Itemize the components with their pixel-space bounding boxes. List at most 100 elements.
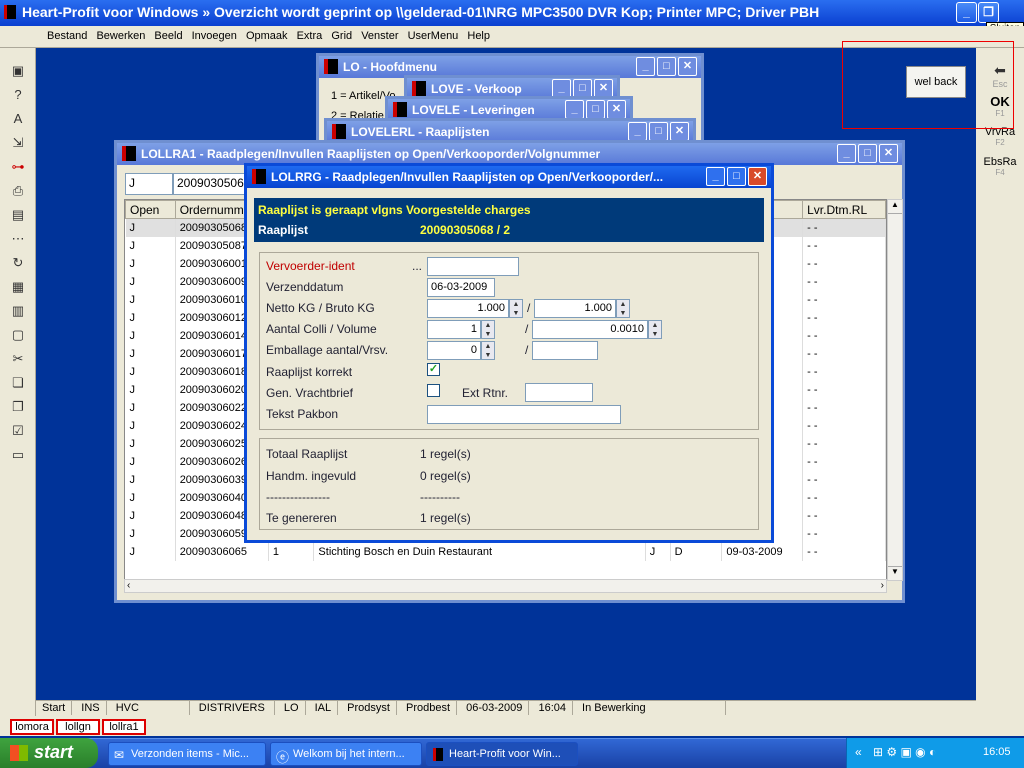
volume-input[interactable]: 0.0010 [532,320,648,339]
close-button[interactable]: ✕ [670,122,689,141]
netto-kg-input[interactable]: 1.000 [427,299,509,318]
close-button[interactable]: ✕ [678,57,697,76]
ebsra-key[interactable]: EbsRa F4 [980,156,1020,186]
spelling-icon[interactable]: A [8,110,28,128]
copy-icon[interactable]: ❏ [8,374,28,392]
refresh-icon[interactable]: ↻ [8,254,28,272]
ext-rtnr-input[interactable] [525,383,593,402]
menu-bewerken[interactable]: Bewerken [93,26,148,46]
menu-venster[interactable]: Venster [358,26,401,46]
minimize-button[interactable]: _ [837,144,856,163]
edit-icon[interactable]: ▦ [8,278,28,296]
cut-icon[interactable]: ✂ [8,350,28,368]
verzenddatum-input[interactable]: 06-03-2009 [427,278,495,297]
layout-icon[interactable]: ▢ [8,326,28,344]
vrvra-fkey: F2 [995,138,1005,147]
start-button[interactable]: start [0,738,98,768]
minimize-button[interactable]: _ [628,122,647,141]
windows-logo-icon [10,745,28,761]
totals-separator: ---------------- [266,490,330,504]
status-prodsyst: Prodsyst [341,701,397,715]
menu-invoegen[interactable]: Invoegen [189,26,240,46]
minimize-button[interactable]: _ [956,2,977,23]
bruto-kg-input[interactable]: 1.000 [534,299,616,318]
close-button[interactable]: ✕ [748,167,767,186]
export-icon[interactable]: ⇲ [8,134,28,152]
totals-value: 1 regel(s) [420,447,471,461]
tray-app-icons[interactable]: ⊞ ⚙ ▣ ◉ ◐ [873,745,936,759]
menu-grid[interactable]: Grid [328,26,355,46]
maximize-button[interactable]: □ [727,167,746,186]
scroll-up-icon[interactable]: ▲ [888,200,902,214]
help-icon[interactable]: ? [8,86,28,104]
form-icon[interactable]: ▤ [8,206,28,224]
menu-usermenu[interactable]: UserMenu [405,26,462,46]
scroll-down-icon[interactable]: ▼ [888,566,902,580]
restore-button[interactable]: ❐ [978,2,999,23]
vrachtbrief-checkbox[interactable] [427,384,440,397]
status-lo: LO [278,701,306,715]
menu-extra[interactable]: Extra [294,26,326,46]
close-button[interactable]: ✕ [879,144,898,163]
emballage-spinner-icon[interactable]: ▲ ▼ [481,341,495,360]
tab-lollgn[interactable]: lollgn [56,719,100,735]
banner-label: Raaplijst [258,223,309,237]
taskbar-item-ie[interactable]: ⓔ Welkom bij het intern... [270,742,422,766]
totals-label: Handm. ingevuld [266,469,357,483]
maximize-button[interactable]: □ [657,57,676,76]
scroll-right-icon[interactable]: › [881,580,884,591]
colli-spinner-icon[interactable]: ▲ ▼ [481,320,495,339]
chart-icon[interactable]: ▥ [8,302,28,320]
bruto-spinner-icon[interactable]: ▲ ▼ [616,299,630,318]
netto-spinner-icon[interactable]: ▲ ▼ [509,299,523,318]
pakbon-input[interactable] [427,405,621,424]
monitor-icon[interactable]: ▭ [8,446,28,464]
menu-opmaak[interactable]: Opmaak [243,26,291,46]
menu-help[interactable]: Help [464,26,493,46]
volume-spinner-icon[interactable]: ▲ ▼ [648,320,662,339]
table-row[interactable]: J 20090306065 1 Stichting Bosch en Duin Res… [125,542,886,561]
maximize-button[interactable]: □ [649,122,668,141]
taskbar-item-label: Verzonden items - Mic... [131,748,249,760]
scroll-left-icon[interactable]: ‹ [127,580,130,591]
vervoerder-lookup-dots[interactable]: ... [412,259,422,273]
dots-icon[interactable]: ⋯ [8,230,28,248]
filter-order-input[interactable]: 20090305068 [173,173,245,195]
tab-lomora[interactable]: lomora [10,719,54,735]
table-cell: Stichting Bosch en Duin Restaurant [313,542,646,561]
column-header[interactable]: Lvr.Dtm.RL [802,200,886,219]
taskbar-item-outlook[interactable]: ✉ Verzonden items - Mic... [108,742,266,766]
lolrrg-dialog[interactable]: LOLRRG - Raadplegen/Invullen Raaplijsten… [244,163,774,543]
korrekt-checkbox[interactable]: ✓ [427,363,440,376]
taskbar-item-heartprofit[interactable]: Heart-Profit voor Win... [426,742,578,766]
status-distrivers: DISTRIVERS [193,701,275,715]
properties-icon[interactable]: ☑ [8,422,28,440]
welback-button[interactable]: wel back [906,66,966,98]
ebsra-label: EbsRa [983,156,1017,168]
paste-icon[interactable]: ❐ [8,398,28,416]
vervoerder-input[interactable] [427,257,519,276]
window-icon[interactable]: ▣ [8,62,28,80]
minimize-button[interactable]: _ [636,57,655,76]
minimize-button[interactable]: _ [565,100,584,119]
key-icon[interactable]: ⊶ [8,158,28,176]
close-button[interactable]: ✕ [607,100,626,119]
vertical-scrollbar[interactable]: ▲ ▼ [887,199,903,581]
column-header[interactable]: Open [125,200,176,219]
menu-bestand[interactable]: Bestand [44,26,90,46]
maximize-button[interactable]: □ [586,100,605,119]
app-logo-icon [252,169,266,184]
tray-chevron-icon[interactable]: « [855,745,862,759]
horizontal-scrollbar[interactable]: ‹ › [124,579,887,593]
print-icon[interactable]: ⎙ [8,182,28,200]
emballage-vrsv-input[interactable] [532,341,598,360]
vrvra-key[interactable]: VrvRa F2 [980,126,1020,156]
minimize-button[interactable]: _ [706,167,725,186]
filter-open-input[interactable]: J [125,173,173,195]
table-cell: - - [802,542,886,561]
emballage-input[interactable]: 0 [427,341,481,360]
maximize-button[interactable]: □ [858,144,877,163]
menu-beeld[interactable]: Beeld [151,26,185,46]
tab-lollra1[interactable]: lollra1 [102,719,146,735]
colli-input[interactable]: 1 [427,320,481,339]
